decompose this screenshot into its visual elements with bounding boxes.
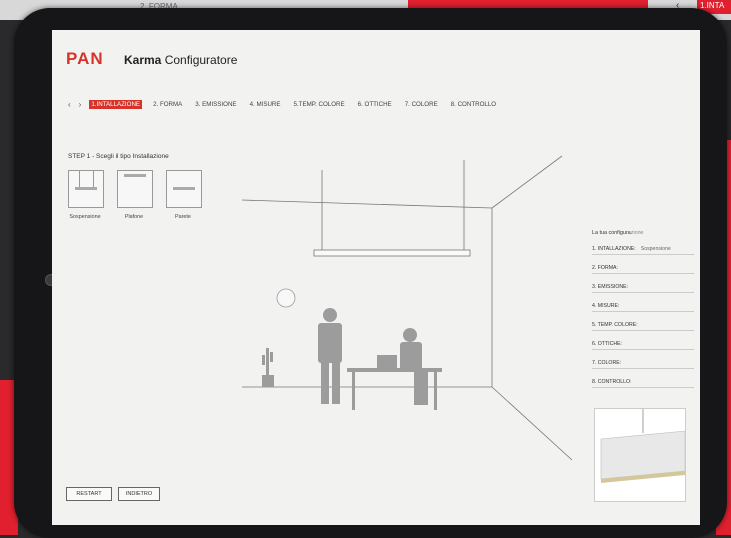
config-label: 7. COLORE: [592, 360, 622, 366]
config-row-temp-colore: 5. TEMP. COLORE: [592, 322, 694, 331]
configuration-summary: La tua configurazione 1. INTALLAZIONE: So… [592, 230, 694, 398]
config-label: 5. TEMP. COLORE: [592, 322, 638, 328]
config-row-emissione: 3. EMISSIONE: [592, 284, 694, 293]
restart-button[interactable]: RESTART [66, 487, 112, 501]
suspended-lamp [313, 249, 471, 257]
config-row-misure: 4. MISURE: [592, 303, 694, 312]
config-title: La tua configurazione [592, 230, 694, 236]
back-button[interactable]: INDIETRO [118, 487, 160, 501]
ceiling-corner-line [491, 155, 563, 209]
cactus-icon [266, 348, 269, 378]
person-standing-icon [323, 308, 337, 322]
config-label: 1. INTALLAZIONE: [592, 246, 636, 252]
laptop-icon [377, 355, 397, 368]
background-top-right-label: 1.INTA [700, 1, 725, 10]
config-row-controllo: 8. CONTROLLO: [592, 379, 694, 388]
config-label: 6. OTTICHE: [592, 341, 622, 347]
config-title-bold: La tua configura [592, 230, 631, 236]
config-row-installazione: 1. INTALLAZIONE: Sospensione [592, 246, 694, 255]
config-row-forma: 2. FORMA: [592, 265, 694, 274]
chair-icon [414, 370, 428, 405]
config-title-rest: zione [630, 230, 644, 236]
product-preview [594, 408, 686, 502]
config-value: Sospensione [640, 246, 671, 252]
config-label: 3. EMISSIONE: [592, 284, 629, 290]
config-label: 2. FORMA: [592, 265, 618, 271]
config-row-colore: 7. COLORE: [592, 360, 694, 369]
room-illustration [241, 155, 573, 461]
config-row-ottiche: 6. OTTICHE: [592, 341, 694, 350]
person-seated-icon [403, 328, 417, 342]
config-label: 4. MISURE: [592, 303, 620, 309]
ceiling-edge-line [241, 199, 493, 209]
floor-corner-line [491, 386, 573, 461]
wall-clock-icon [276, 288, 296, 308]
configurator-screen: PAN Karma Configuratore ‹ › 1.INTALLAZIO… [52, 30, 700, 525]
lamp-preview-image [600, 409, 686, 483]
config-label: 8. CONTROLLO: [592, 379, 632, 385]
